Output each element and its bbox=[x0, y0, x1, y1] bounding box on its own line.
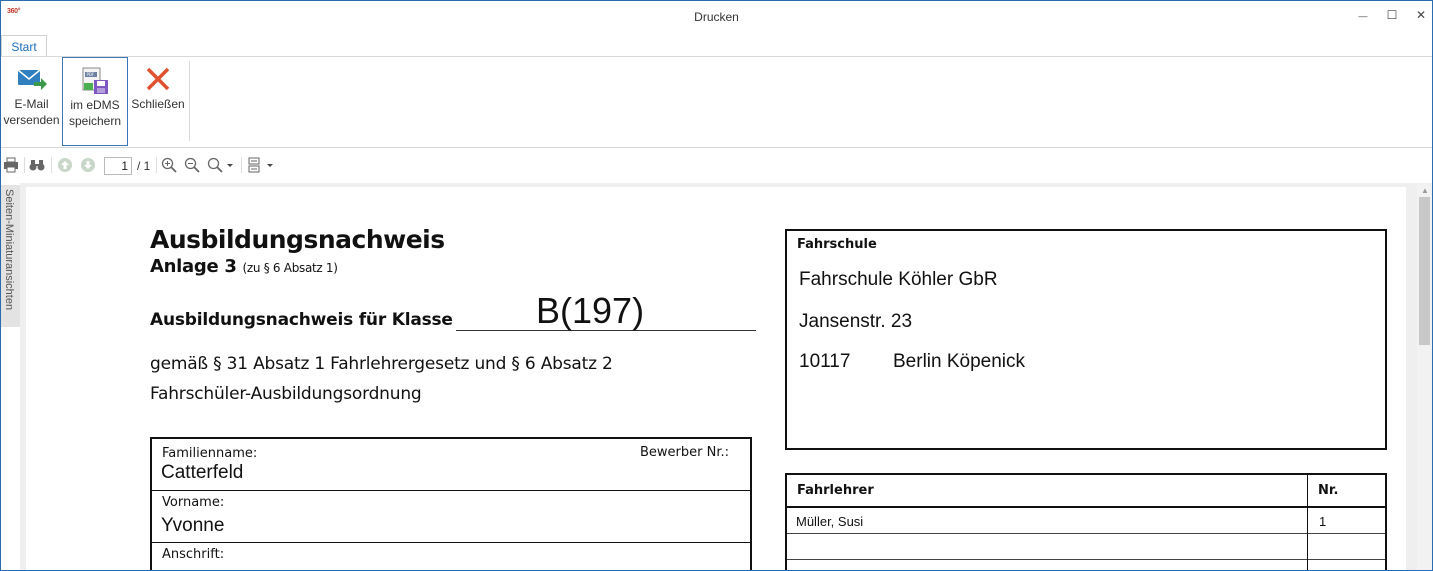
close-label: Schließen bbox=[131, 97, 185, 111]
save-edms-label: im eDMS bbox=[70, 98, 120, 112]
familienname-label: Familienname: bbox=[162, 446, 258, 461]
ribbon-separator bbox=[189, 61, 190, 141]
window-title: Drucken bbox=[694, 10, 739, 24]
vorname-label: Vorname: bbox=[162, 495, 225, 510]
vertical-scrollbar[interactable]: ▲ bbox=[1417, 183, 1432, 570]
document-subtitle: Anlage 3 (zu § 6 Absatz 1) bbox=[150, 256, 338, 277]
bewerber-nr-label: Bewerber Nr.: bbox=[640, 445, 730, 460]
fahrschule-name: Fahrschule Köhler GbR bbox=[799, 269, 998, 290]
fahrschule-city: Berlin Köpenick bbox=[893, 351, 1026, 372]
email-send-button[interactable]: E-Mail versenden bbox=[2, 57, 61, 146]
page-total: / 1 bbox=[137, 159, 151, 173]
table-row: Müller, Susi 1 bbox=[787, 508, 1385, 534]
legal-basis-line-1: gemäß § 31 Absatz 1 Fahrlehrergesetz und… bbox=[150, 354, 613, 374]
close-window-button[interactable]: ✕ bbox=[1408, 5, 1432, 25]
fahrlehrer-header-row: Fahrlehrer Nr. bbox=[787, 475, 1385, 508]
document-viewer: Ausbildungsnachweis Anlage 3 (zu § 6 Abs… bbox=[20, 183, 1417, 570]
save-edms-icon: PDF bbox=[82, 67, 108, 94]
fahrlehrer-column-divider bbox=[1307, 475, 1308, 570]
fahrlehrer-header-name: Fahrlehrer bbox=[797, 483, 874, 498]
scrollbar-thumb[interactable] bbox=[1419, 197, 1430, 345]
viewer-toolbar bbox=[1, 148, 1432, 182]
print-button[interactable] bbox=[3, 157, 19, 173]
fahrschule-zip: 10117 bbox=[799, 351, 851, 372]
fahrlehrer-header-nr: Nr. bbox=[1318, 483, 1339, 498]
page-layout-dropdown[interactable] bbox=[247, 157, 275, 173]
scroll-up-icon[interactable]: ▲ bbox=[1421, 186, 1429, 195]
anschrift-row: Anschrift: bbox=[152, 543, 750, 570]
vorname-value: Yvonne bbox=[161, 515, 225, 536]
fahrlehrer-nr: 1 bbox=[1319, 514, 1327, 529]
toolbar-separator bbox=[241, 157, 242, 173]
document-page: Ausbildungsnachweis Anlage 3 (zu § 6 Abs… bbox=[26, 187, 1406, 570]
fahrschule-street: Jansenstr. 23 bbox=[799, 311, 913, 332]
thumbnails-panel-label: Seiten-Miniaturansichten bbox=[3, 189, 15, 311]
klasse-value: B(197) bbox=[456, 291, 756, 331]
fahrlehrer-table: Fahrlehrer Nr. Müller, Susi 1 bbox=[785, 473, 1387, 570]
familienname-value: Catterfeld bbox=[161, 462, 244, 483]
subtitle-anlage: Anlage 3 bbox=[150, 256, 237, 277]
minimize-button[interactable]: — bbox=[1350, 5, 1376, 25]
document-title: Ausbildungsnachweis bbox=[150, 225, 445, 254]
fahrschule-label: Fahrschule bbox=[797, 237, 877, 252]
save-edms-label-2: speichern bbox=[68, 114, 122, 128]
svg-text:PDF: PDF bbox=[87, 72, 95, 77]
title-bar: 360° Drucken — ☐ ✕ bbox=[1, 1, 1432, 33]
maximize-icon: ☐ bbox=[1386, 8, 1398, 22]
find-button[interactable] bbox=[29, 157, 45, 173]
table-row bbox=[787, 560, 1385, 570]
toolbar-separator bbox=[24, 157, 25, 173]
vorname-row: Vorname: Yvonne bbox=[152, 491, 750, 543]
email-send-icon bbox=[17, 69, 47, 90]
save-edms-button[interactable]: PDF im eDMS speichern bbox=[62, 57, 128, 146]
anschrift-label: Anschrift: bbox=[162, 547, 225, 562]
zoom-out-icon bbox=[184, 157, 200, 173]
zoom-out-button[interactable] bbox=[184, 157, 200, 173]
zoom-in-button[interactable] bbox=[161, 157, 177, 173]
binoculars-icon bbox=[29, 160, 45, 171]
legal-basis-text: gemäß § 31 Absatz 1 Fahrlehrergesetz und… bbox=[150, 349, 613, 409]
close-button[interactable]: Schließen bbox=[129, 57, 187, 146]
table-row bbox=[787, 534, 1385, 560]
email-send-label: E-Mail bbox=[14, 97, 49, 111]
close-icon: ✕ bbox=[1415, 8, 1427, 22]
zoom-in-icon bbox=[161, 157, 177, 173]
close-x-icon bbox=[146, 67, 170, 91]
klasse-label: Ausbildungsnachweis für Klasse bbox=[150, 310, 453, 330]
maximize-button[interactable]: ☐ bbox=[1379, 5, 1405, 25]
zoom-dropdown[interactable] bbox=[207, 157, 235, 173]
toolbar-separator bbox=[156, 157, 157, 173]
subtitle-note: (zu § 6 Absatz 1) bbox=[242, 261, 338, 275]
zoom-dropdown-icon bbox=[207, 157, 233, 173]
arrow-down-circle-icon bbox=[81, 158, 95, 172]
page-layout-icon bbox=[248, 157, 273, 173]
page-number-input[interactable]: 1 bbox=[104, 157, 132, 175]
minimize-icon: — bbox=[1358, 11, 1368, 21]
arrow-up-circle-icon bbox=[58, 158, 72, 172]
printer-icon bbox=[4, 157, 18, 173]
email-send-label-2: versenden bbox=[3, 113, 60, 127]
fahrlehrer-name: Müller, Susi bbox=[796, 514, 864, 529]
ribbon: E-Mail versenden PDF im eDMS speichern S… bbox=[1, 57, 1432, 148]
tab-start[interactable]: Start bbox=[1, 35, 47, 57]
print-window: 360° Drucken — ☐ ✕ Start E-Mail versende… bbox=[0, 0, 1433, 571]
thumbnails-panel-toggle[interactable]: Seiten-Miniaturansichten bbox=[1, 185, 20, 327]
toolbar-separator bbox=[51, 157, 52, 173]
fahrschule-box: Fahrschule Fahrschule Köhler GbR Jansens… bbox=[785, 229, 1387, 450]
legal-basis-line-2: Fahrschüler-Ausbildungsordnung bbox=[150, 384, 422, 404]
familienname-row: Familienname: Bewerber Nr.: Catterfeld bbox=[152, 439, 750, 491]
next-page-button[interactable] bbox=[80, 157, 96, 173]
previous-page-button[interactable] bbox=[57, 157, 73, 173]
applicant-box: Familienname: Bewerber Nr.: Catterfeld V… bbox=[150, 437, 752, 570]
